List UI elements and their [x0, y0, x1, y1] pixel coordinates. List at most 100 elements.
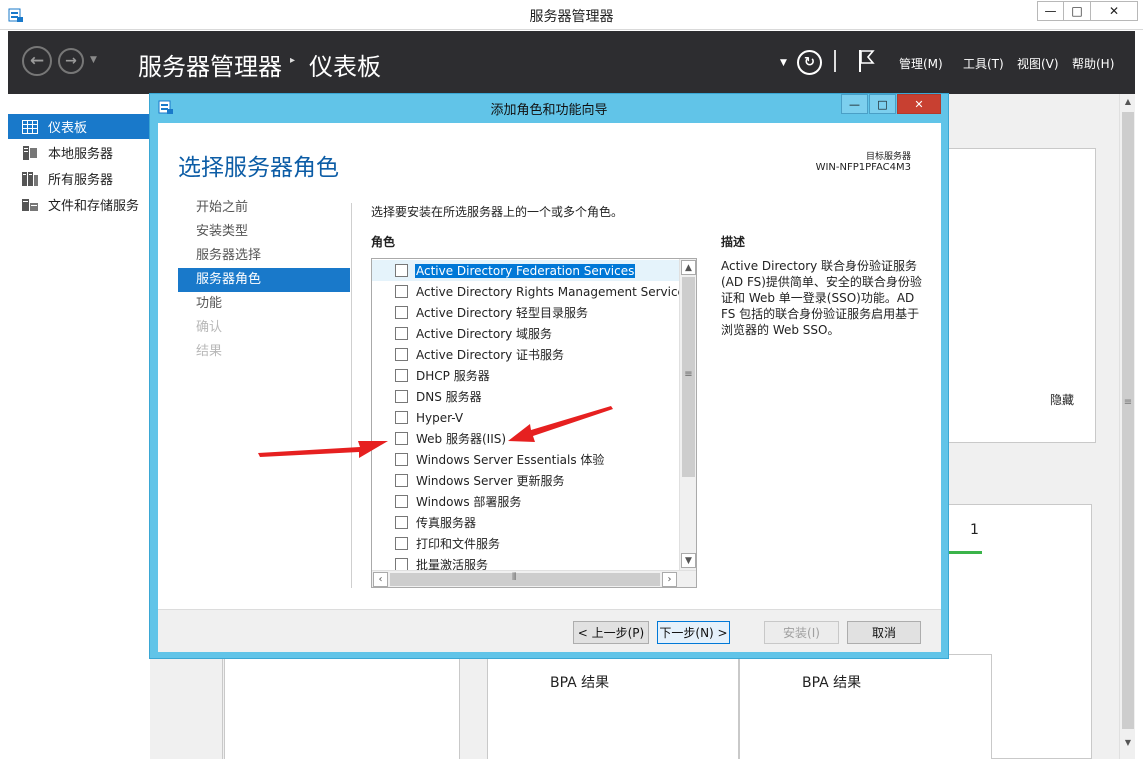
role-item-adrms[interactable]: Active Directory Rights Management Servi… — [372, 281, 691, 302]
close-button[interactable]: ✕ — [1090, 1, 1138, 21]
step-features[interactable]: 功能 — [178, 292, 350, 316]
menu-view[interactable]: 视图(V) — [1017, 55, 1059, 72]
sidebar: 仪表板 本地服务器 所有服务器 文件和存储服务 — [8, 94, 150, 759]
refresh-icon: ↻ — [804, 55, 815, 70]
scroll-down-icon[interactable]: ▼ — [681, 553, 696, 568]
menu-manage[interactable]: 管理(M) — [899, 55, 943, 72]
forward-button[interactable]: → — [58, 48, 84, 74]
wizard-close-button[interactable]: ✕ — [897, 94, 941, 114]
main-scrollbar[interactable]: ▲ ≡ ▼ — [1119, 94, 1135, 759]
storage-icon — [22, 198, 38, 211]
role-item-dhcp[interactable]: DHCP 服务器 — [372, 365, 680, 386]
role-checkbox[interactable] — [395, 432, 408, 445]
roles-header: 角色 — [371, 235, 396, 249]
wizard-titlebar[interactable]: 添加角色和功能向导 — □ ✕ — [150, 94, 948, 118]
role-item-hyperv[interactable]: Hyper-V — [372, 407, 680, 428]
role-item-adds[interactable]: Active Directory 域服务 — [372, 323, 680, 344]
role-item-wsus[interactable]: Windows Server 更新服务 — [372, 470, 680, 491]
window-titlebar[interactable]: 服务器管理器 — □ ✕ — [0, 0, 1143, 30]
back-button[interactable]: ← — [22, 46, 52, 76]
role-checkbox[interactable] — [395, 369, 408, 382]
scroll-left-icon[interactable]: ‹ — [373, 572, 388, 587]
tile-panel — [224, 654, 460, 759]
minimize-icon: — — [1044, 4, 1057, 18]
scroll-thumb[interactable] — [390, 573, 660, 586]
role-label: Windows Server Essentials 体验 — [416, 453, 605, 467]
scroll-up-icon[interactable]: ▲ — [1120, 94, 1136, 110]
sidebar-item-file-storage[interactable]: 文件和存储服务 — [8, 192, 150, 217]
role-item-wds[interactable]: Windows 部署服务 — [372, 491, 680, 512]
instruction-text: 选择要安装在所选服务器上的一个或多个角色。 — [371, 205, 624, 219]
role-item-dns[interactable]: DNS 服务器 — [372, 386, 680, 407]
role-checkbox[interactable] — [395, 390, 408, 403]
cancel-button[interactable]: 取消 — [847, 621, 921, 644]
role-checkbox[interactable] — [395, 285, 408, 298]
wizard-body: 选择服务器角色 目标服务器 WIN-NFP1PFAC4M3 开始之前 安装类型 … — [158, 123, 941, 609]
menu-help[interactable]: 帮助(H) — [1072, 55, 1114, 72]
role-checkbox[interactable] — [395, 453, 408, 466]
menu-tools[interactable]: 工具(T) — [963, 55, 1004, 72]
role-checkbox[interactable] — [395, 327, 408, 340]
role-item-print-file[interactable]: 打印和文件服务 — [372, 533, 680, 554]
next-button[interactable]: 下一步(N) > — [657, 621, 730, 644]
role-label: 传真服务器 — [416, 516, 477, 530]
maximize-icon: □ — [877, 97, 888, 111]
role-item-adfs[interactable]: Active Directory Federation Services — [372, 260, 680, 281]
previous-button[interactable]: < 上一步(P) — [573, 621, 649, 644]
role-checkbox[interactable] — [395, 306, 408, 319]
roles-horizontal-scrollbar[interactable]: ‹ ⦀ › — [372, 570, 696, 587]
page-title: 选择服务器角色 — [178, 155, 339, 181]
role-label: Hyper-V — [416, 410, 464, 425]
role-item-adlds[interactable]: Active Directory 轻型目录服务 — [372, 302, 680, 323]
maximize-button[interactable]: □ — [1063, 1, 1091, 21]
window-title: 服务器管理器 — [529, 9, 614, 25]
sidebar-item-dashboard[interactable]: 仪表板 — [8, 114, 150, 139]
role-item-fax[interactable]: 传真服务器 — [372, 512, 680, 533]
role-label: Active Directory 轻型目录服务 — [416, 306, 589, 320]
role-label: DNS 服务器 — [416, 390, 482, 404]
sidebar-item-all-servers[interactable]: 所有服务器 — [8, 166, 150, 191]
wizard-footer: < 上一步(P) 下一步(N) > 安装(I) 取消 — [158, 609, 941, 652]
role-checkbox[interactable] — [395, 348, 408, 361]
header-dropdown-icon[interactable]: ▼ — [780, 58, 787, 68]
role-checkbox[interactable] — [395, 474, 408, 487]
role-checkbox[interactable] — [395, 411, 408, 424]
role-item-essentials[interactable]: Windows Server Essentials 体验 — [372, 449, 680, 470]
bpa-results-link[interactable]: BPA 结果 — [802, 672, 861, 692]
role-label: Web 服务器(IIS) — [416, 432, 507, 446]
tile-panel — [739, 654, 992, 759]
role-checkbox[interactable] — [395, 537, 408, 550]
divider — [222, 654, 223, 759]
role-item-adcs[interactable]: Active Directory 证书服务 — [372, 344, 680, 365]
role-checkbox[interactable] — [395, 264, 408, 277]
sidebar-item-label: 所有服务器 — [48, 173, 114, 188]
role-item-iis[interactable]: Web 服务器(IIS) — [372, 428, 680, 449]
wizard-minimize-button[interactable]: — — [841, 94, 868, 114]
role-checkbox[interactable] — [395, 495, 408, 508]
minimize-button[interactable]: — — [1037, 1, 1064, 21]
wizard-maximize-button[interactable]: □ — [869, 94, 896, 114]
role-label: Active Directory Rights Management Servi… — [416, 284, 692, 299]
role-label: Active Directory 证书服务 — [416, 348, 565, 362]
scroll-down-icon[interactable]: ▼ — [1120, 735, 1136, 751]
notifications-flag-icon[interactable] — [856, 48, 876, 74]
scroll-grip-icon: ⦀ — [512, 572, 517, 583]
role-checkbox[interactable] — [395, 516, 408, 529]
sidebar-item-local-server[interactable]: 本地服务器 — [8, 140, 150, 165]
scroll-thumb[interactable] — [1122, 112, 1134, 729]
refresh-button[interactable]: ↻ — [797, 50, 822, 75]
step-server-selection[interactable]: 服务器选择 — [178, 244, 350, 268]
scroll-up-icon[interactable]: ▲ — [681, 260, 696, 275]
scroll-right-icon[interactable]: › — [662, 572, 677, 587]
step-server-roles[interactable]: 服务器角色 — [178, 268, 350, 292]
bpa-results-link[interactable]: BPA 结果 — [550, 672, 609, 692]
install-button: 安装(I) — [764, 621, 839, 644]
hide-link[interactable]: 隐藏 — [1050, 391, 1074, 408]
step-installation-type[interactable]: 安装类型 — [178, 220, 350, 244]
history-dropdown-icon[interactable]: ▼ — [90, 55, 97, 65]
add-roles-wizard-dialog: 添加角色和功能向导 — □ ✕ 选择服务器角色 目标服务器 WIN-NFP1PF… — [149, 93, 949, 659]
servers-icon — [22, 171, 38, 186]
step-before-you-begin[interactable]: 开始之前 — [178, 196, 350, 220]
roles-list[interactable]: Active Directory Federation Services Act… — [371, 258, 697, 588]
roles-vertical-scrollbar[interactable]: ▲ ≡ ▼ — [679, 259, 696, 570]
